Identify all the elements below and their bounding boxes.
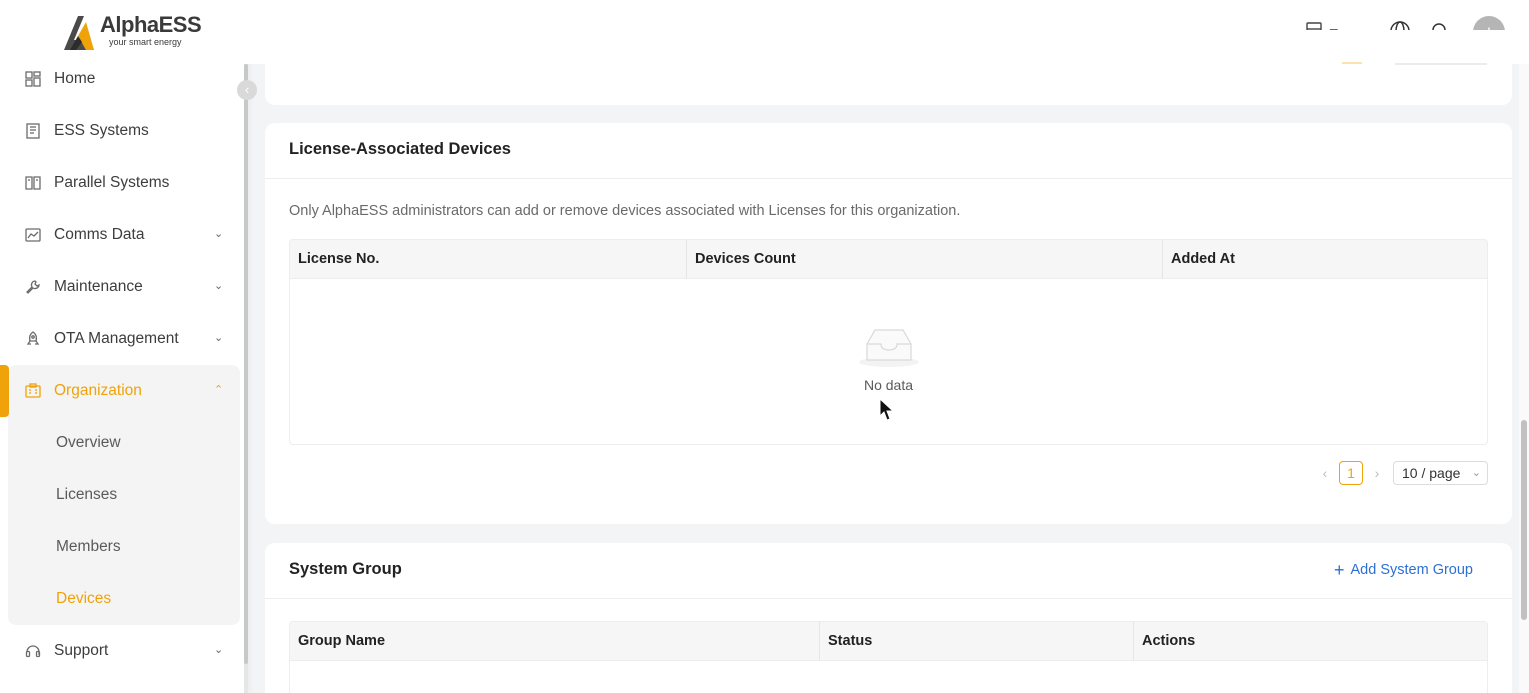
chevron-down-icon: ⌄ <box>214 228 224 240</box>
collapse-sidebar-icon[interactable]: ‹ <box>237 80 257 100</box>
column-devices-count[interactable]: Devices Count <box>686 240 1162 279</box>
add-system-group-button[interactable]: + Add System Group <box>1334 561 1473 579</box>
plus-icon: + <box>1333 560 1345 580</box>
next-page-icon[interactable]: › <box>1367 465 1387 481</box>
sidebar-item-organization[interactable]: Organization ⌃ <box>8 365 240 417</box>
sidebar-item-label: Home <box>54 70 96 87</box>
sidebar-subitem-overview[interactable]: Overview <box>56 417 121 469</box>
alphaess-logo-icon <box>64 16 94 50</box>
chevron-down-icon: ⌄ <box>214 280 224 292</box>
mouse-cursor-icon <box>879 398 895 421</box>
sidebar-item-label: Maintenance <box>54 278 143 295</box>
brand-tagline: your smart energy <box>109 37 182 47</box>
add-system-group-label: Add System Group <box>1350 562 1474 578</box>
sidebar-item-label: Organization <box>54 382 142 399</box>
pagination: ‹ 1 › 10 / page ⌄ <box>1315 461 1488 485</box>
rocket-icon <box>24 330 42 348</box>
pagination-fragment <box>1342 60 1362 64</box>
prev-page-icon[interactable]: ‹ <box>1315 465 1335 481</box>
table-header: Group Name Status Actions <box>290 622 1487 661</box>
wrench-icon <box>24 278 42 296</box>
sidebar-item-label: Comms Data <box>54 226 145 243</box>
page-size-fragment <box>1395 63 1487 65</box>
building-icon <box>24 122 42 140</box>
column-status[interactable]: Status <box>819 622 1133 661</box>
column-added-at[interactable]: Added At <box>1162 240 1487 279</box>
page-size-value: 10 / page <box>1402 465 1461 481</box>
empty-text: No data <box>863 377 914 393</box>
column-license-no[interactable]: License No. <box>290 240 686 279</box>
sidebar-item-home[interactable]: Home <box>8 53 240 105</box>
sidebar-item-label: Support <box>54 642 109 659</box>
system-group-table: Group Name Status Actions <box>289 621 1488 693</box>
headset-icon <box>24 642 42 660</box>
license-devices-card: License-Associated Devices Only AlphaESS… <box>265 123 1512 524</box>
brand-logo[interactable]: AlphaESS your smart energy <box>60 12 202 52</box>
sidebar-item-label: OTA Management <box>54 330 179 347</box>
system-group-card: System Group + Add System Group Group Na… <box>265 543 1512 693</box>
sidebar-item-comms-data[interactable]: Comms Data ⌄ <box>8 209 240 261</box>
sidebar-scrollbar-thumb[interactable] <box>244 64 248 664</box>
chevron-up-icon: ⌃ <box>214 384 224 396</box>
sidebar: AlphaESS your smart energy Home ESS Syst… <box>0 0 248 693</box>
page-number[interactable]: 1 <box>1339 461 1363 485</box>
sidebar-item-support[interactable]: Support ⌄ <box>8 625 240 677</box>
column-actions[interactable]: Actions <box>1133 622 1487 661</box>
chevron-down-icon: ⌄ <box>214 644 224 656</box>
sidebar-item-label: ESS Systems <box>54 122 149 139</box>
sidebar-item-maintenance[interactable]: Maintenance ⌄ <box>8 261 240 313</box>
org-icon <box>24 382 42 400</box>
brand-name: AlphaESS <box>100 12 202 37</box>
sidebar-item-parallel-systems[interactable]: Parallel Systems <box>8 157 240 209</box>
column-group-name[interactable]: Group Name <box>290 622 819 661</box>
previous-card <box>265 30 1512 105</box>
divider <box>265 598 1512 599</box>
content-scrollbar-thumb[interactable] <box>1521 420 1527 620</box>
chevron-down-icon: ⌄ <box>214 332 224 344</box>
sidebar-item-label: Parallel Systems <box>54 174 170 191</box>
divider <box>265 178 1512 179</box>
table-header: License No. Devices Count Added At <box>290 240 1487 279</box>
page-size-select[interactable]: 10 / page ⌄ <box>1393 461 1488 485</box>
sidebar-subitem-licenses[interactable]: Licenses <box>56 469 117 521</box>
empty-box-icon <box>290 324 1487 373</box>
sidebar-item-ess-systems[interactable]: ESS Systems <box>8 105 240 157</box>
book-icon <box>24 174 42 192</box>
info-text: Only AlphaESS administrators can add or … <box>289 203 961 219</box>
chevron-down-icon: ⌄ <box>1471 467 1481 479</box>
dashboard-icon <box>24 70 42 88</box>
chart-icon <box>24 226 42 244</box>
card-title: System Group <box>289 560 402 578</box>
sidebar-item-ota-management[interactable]: OTA Management ⌄ <box>8 313 240 365</box>
card-title: License-Associated Devices <box>289 140 511 158</box>
sidebar-subitem-members[interactable]: Members <box>56 521 121 573</box>
sidebar-subitem-devices[interactable]: Devices <box>56 573 111 625</box>
